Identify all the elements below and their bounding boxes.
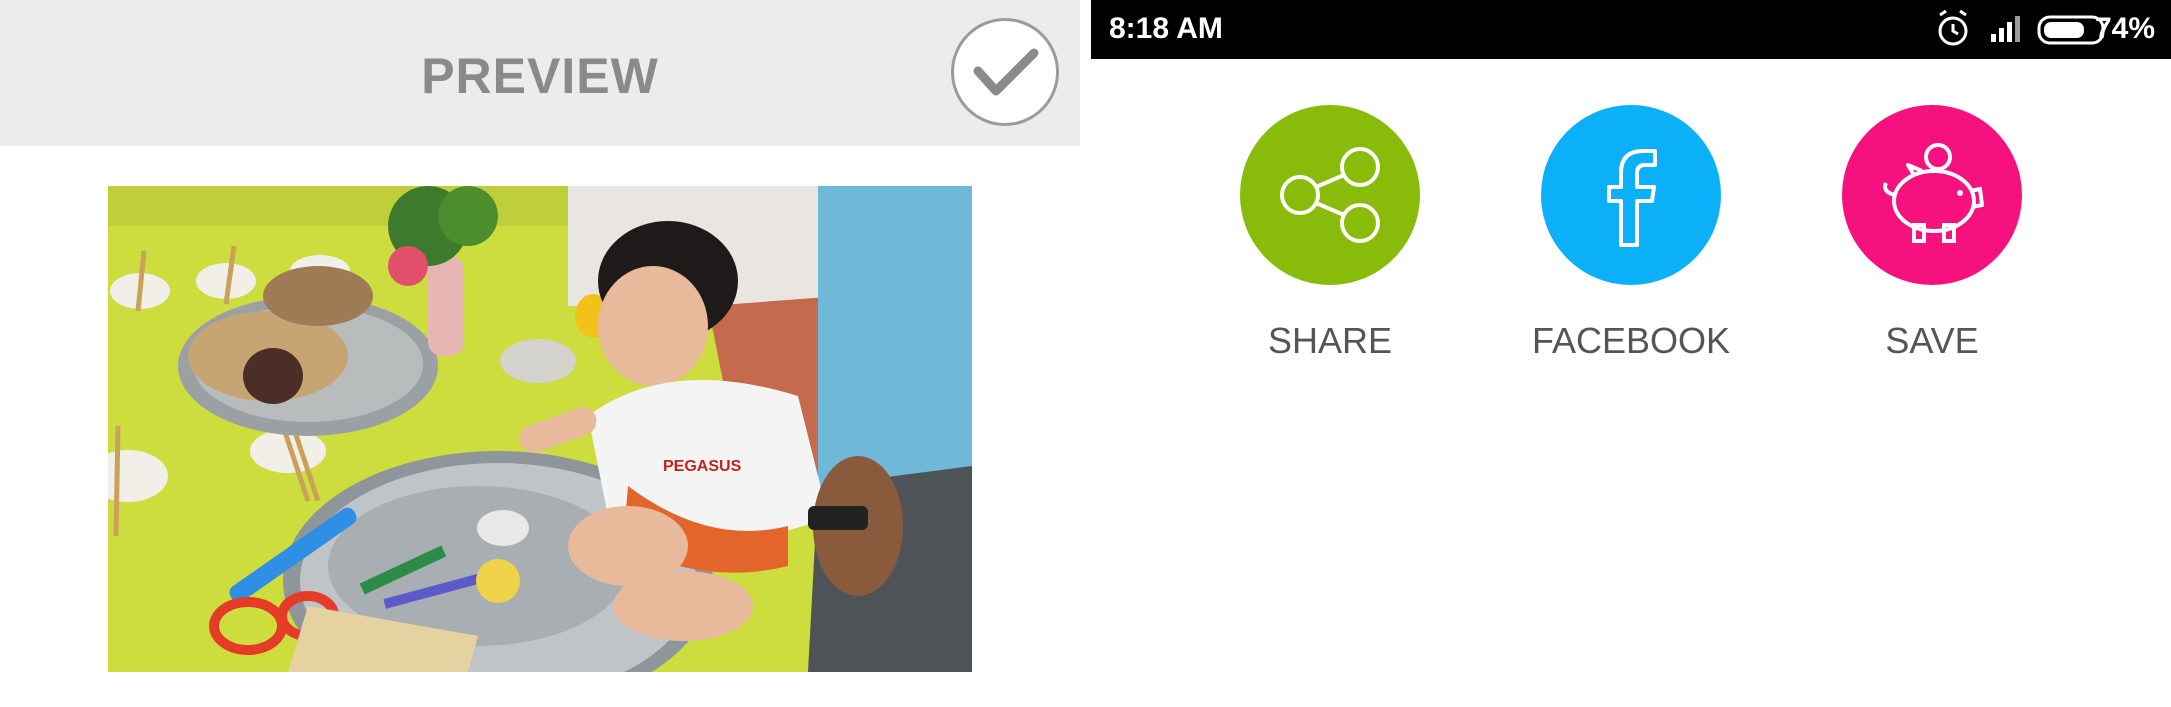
- share-screen: 8:18 AM 74% SHARE FACEBOOK SAVE: [1091, 0, 2171, 707]
- confirm-button[interactable]: [951, 18, 1059, 126]
- facebook-button-circle[interactable]: [1541, 105, 1721, 285]
- alarm-icon: [1938, 9, 1968, 46]
- signal-icon: [1991, 16, 2020, 42]
- page-title: PREVIEW: [421, 48, 659, 104]
- preview-header: PREVIEW: [0, 0, 1080, 146]
- status-bar: 8:18 AM 74%: [1091, 0, 2171, 59]
- share-label: SHARE: [1267, 320, 1393, 361]
- checkmark-icon: [973, 48, 1039, 96]
- facebook-icon: [1607, 149, 1657, 247]
- share-option-share[interactable]: SHARE: [1210, 105, 1450, 365]
- save-label: SAVE: [1885, 320, 1979, 361]
- share-option-save[interactable]: SAVE: [1812, 105, 2052, 365]
- photo-image: PEGASUS: [108, 186, 972, 672]
- preview-screen: PREVIEW PEGASUS: [0, 0, 1080, 707]
- status-time: 8:18 AM: [1109, 12, 1223, 45]
- preview-photo: PEGASUS: [108, 186, 972, 672]
- battery-percent: 74%: [2094, 12, 2155, 45]
- facebook-label: FACEBOOK: [1531, 320, 1731, 361]
- save-button-circle[interactable]: [1842, 105, 2022, 285]
- piggy-bank-icon: [1883, 143, 1985, 243]
- share-button-circle[interactable]: [1240, 105, 1420, 285]
- share-option-facebook[interactable]: FACEBOOK: [1511, 105, 1751, 365]
- photo-shirt-text: PEGASUS: [663, 458, 742, 475]
- share-icon: [1280, 147, 1380, 243]
